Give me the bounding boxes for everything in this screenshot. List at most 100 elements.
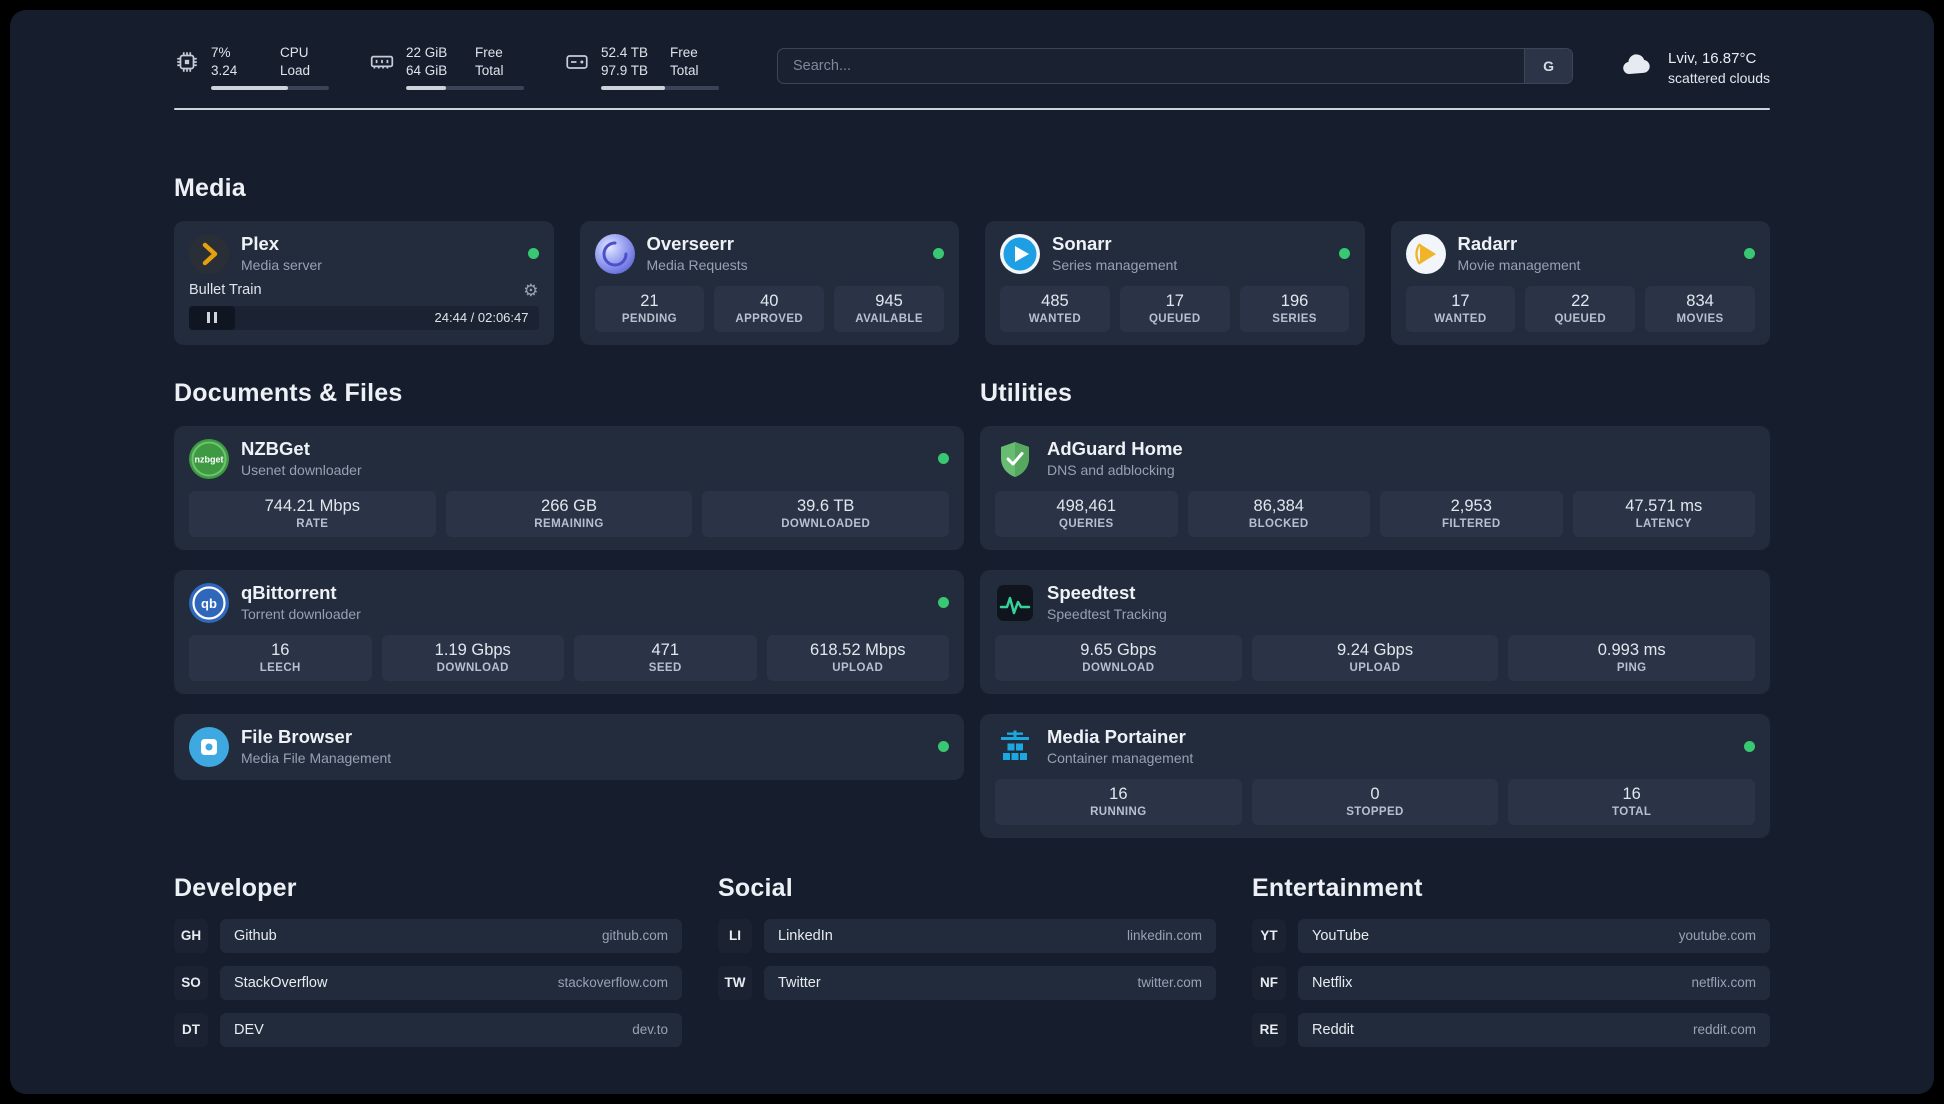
stat-value: 47.571 ms xyxy=(1625,497,1703,516)
portainer-card[interactable]: Media Portainer Container management 16 R… xyxy=(980,713,1770,838)
adguard-shield-icon xyxy=(995,439,1035,479)
stat-label: LEECH xyxy=(259,662,301,675)
service-name: Sonarr xyxy=(1052,232,1112,254)
stat-label: RUNNING xyxy=(1090,806,1147,819)
service-name: AdGuard Home xyxy=(1047,437,1183,459)
qbittorrent-card[interactable]: qb qBittorrent Torrent downloader 16 LEEC… xyxy=(174,569,964,694)
cpu-label: CPU xyxy=(280,45,309,60)
stat-value: 498,461 xyxy=(1056,497,1117,516)
pause-button[interactable] xyxy=(189,305,235,330)
section-title-developer: Developer xyxy=(174,873,297,902)
bookmark-twitter[interactable]: Twitter twitter.com xyxy=(764,965,1217,1000)
speedtest-card[interactable]: Speedtest Speedtest Tracking 9.65 Gbps DO… xyxy=(980,569,1770,694)
bookmark-url: linkedin.com xyxy=(1126,928,1203,944)
service-desc: Torrent downloader xyxy=(241,606,361,623)
stat-value: 744.21 Mbps xyxy=(264,497,361,516)
stat-value: 266 GB xyxy=(541,497,597,516)
ram-free-label: Free xyxy=(475,45,503,60)
nzbget-card[interactable]: nzbget NZBGet Usenet downloader 744.21 M… xyxy=(174,425,964,550)
stat-value: 16 xyxy=(271,641,290,660)
playback-time: 24:44 / 02:06:47 xyxy=(434,310,529,326)
bookmark-url: github.com xyxy=(601,928,668,944)
bookmark-row: SO StackOverflow stackoverflow.com xyxy=(174,965,682,1000)
bookmark-url: youtube.com xyxy=(1678,928,1756,944)
stat-value: 834 xyxy=(1686,292,1714,311)
stat-label: UPLOAD xyxy=(832,662,884,675)
bookmark-dev[interactable]: DEV dev.to xyxy=(220,1012,682,1047)
stat-label: TOTAL xyxy=(1612,806,1652,819)
stat-box: 17 QUEUED xyxy=(1119,285,1230,332)
bookmark-github[interactable]: Github github.com xyxy=(220,918,682,953)
sonarr-card[interactable]: Sonarr Series management 485 WANTED 17 QUE… xyxy=(985,220,1365,345)
ram-total-value: 64 GiB xyxy=(406,62,448,78)
stat-box: 39.6 TB DOWNLOADED xyxy=(702,490,950,537)
service-desc: Media server xyxy=(241,257,322,274)
bookmark-row: NF Netflix netflix.com xyxy=(1252,965,1770,1000)
bookmark-abbr: TW xyxy=(718,965,752,1000)
bookmark-url: netflix.com xyxy=(1691,975,1756,991)
service-name: Overseerr xyxy=(646,232,734,254)
stat-box: 17 WANTED xyxy=(1405,285,1516,332)
stat-label: QUEUED xyxy=(1554,313,1607,326)
bookmark-linkedin[interactable]: LinkedIn linkedin.com xyxy=(764,918,1217,953)
sonarr-icon xyxy=(1000,233,1040,274)
stat-box: 86,384 BLOCKED xyxy=(1187,490,1370,537)
now-playing-title: Bullet Train xyxy=(189,282,262,299)
stat-box: 9.24 Gbps UPLOAD xyxy=(1251,634,1499,681)
settings-gear-icon[interactable]: ⚙ xyxy=(523,282,538,299)
bookmark-abbr: LI xyxy=(718,918,752,953)
svg-text:nzbget: nzbget xyxy=(195,454,224,464)
stat-value: 945 xyxy=(875,292,903,311)
service-name: Plex xyxy=(241,232,280,254)
overseerr-icon xyxy=(594,233,635,274)
filebrowser-card[interactable]: File Browser Media File Management xyxy=(174,713,964,780)
radarr-card[interactable]: Radarr Movie management 17 WANTED 22 QUEUE… xyxy=(1390,220,1770,345)
stat-label: BLOCKED xyxy=(1248,518,1309,531)
qbittorrent-icon: qb xyxy=(189,582,229,623)
bookmark-stackoverflow[interactable]: StackOverflow stackoverflow.com xyxy=(220,965,682,1000)
bookmark-netflix[interactable]: Netflix netflix.com xyxy=(1298,965,1770,1000)
service-name: qBittorrent xyxy=(241,581,337,603)
bookmark-name: LinkedIn xyxy=(778,927,833,944)
cpu-metric: 7% CPU 3.24 Load xyxy=(174,44,329,90)
search-input[interactable] xyxy=(778,49,1525,83)
plex-card[interactable]: Plex Media server Bullet Train ⚙ 24:44 /… xyxy=(174,220,554,345)
stat-value: 9.65 Gbps xyxy=(1080,641,1157,660)
adguard-card[interactable]: AdGuard Home DNS and adblocking 498,461 Q… xyxy=(980,425,1770,550)
stat-value: 16 xyxy=(1622,785,1641,804)
status-dot xyxy=(527,248,539,260)
stat-box: 2,953 FILTERED xyxy=(1380,490,1563,537)
bookmark-youtube[interactable]: YouTube youtube.com xyxy=(1298,918,1770,953)
ram-metric: 22 GiB Free 64 GiB Total xyxy=(369,44,524,90)
stat-box: 16 RUNNING xyxy=(995,778,1242,825)
bookmark-abbr: GH xyxy=(174,918,208,953)
bookmark-url: stackoverflow.com xyxy=(557,975,668,991)
topbar: 7% CPU 3.24 Load 22 GiB Free 64 GiB Total xyxy=(174,44,1770,90)
cloud-icon xyxy=(1619,47,1655,88)
disk-free-label: Free xyxy=(670,45,698,60)
stat-value: 86,384 xyxy=(1253,497,1304,516)
section-title-documents: Documents & Files xyxy=(174,378,403,407)
service-name: NZBGet xyxy=(241,437,310,459)
stat-label: APPROVED xyxy=(735,313,804,326)
stat-label: PING xyxy=(1616,662,1647,675)
service-name: Media Portainer xyxy=(1047,725,1186,747)
stat-box: 744.21 Mbps RATE xyxy=(189,490,436,537)
stat-box: 0 STOPPED xyxy=(1251,778,1499,825)
bookmark-reddit[interactable]: Reddit reddit.com xyxy=(1298,1012,1770,1047)
bookmark-name: Netflix xyxy=(1312,974,1353,991)
stat-label: STOPPED xyxy=(1346,806,1404,819)
stat-value: 17 xyxy=(1451,292,1470,311)
stat-box: 266 GB REMAINING xyxy=(445,490,693,537)
stat-value: 17 xyxy=(1165,292,1184,311)
section-developer: Developer GH Github github.com SO StackO… xyxy=(174,874,682,1047)
stat-value: 485 xyxy=(1041,292,1069,311)
stat-label: DOWNLOAD xyxy=(436,662,509,675)
stat-label: LATENCY xyxy=(1635,518,1692,531)
search-engine-button[interactable]: G xyxy=(1524,49,1573,83)
overseerr-card[interactable]: Overseerr Media Requests 21 PENDING 40 APP… xyxy=(579,220,959,345)
service-desc: Usenet downloader xyxy=(241,462,362,479)
dashboard-root: 7% CPU 3.24 Load 22 GiB Free 64 GiB Total xyxy=(10,10,1934,1094)
section-utilities: Utilities AdGuard Home DNS and adblockin… xyxy=(980,379,1770,838)
stat-value: 2,953 xyxy=(1450,497,1492,516)
